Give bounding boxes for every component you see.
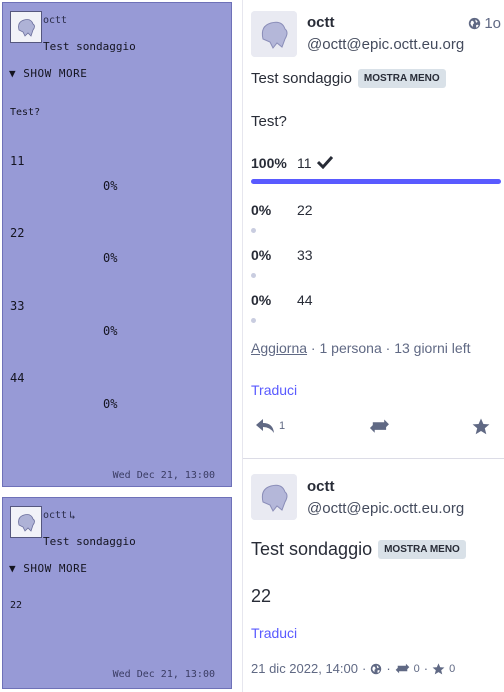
- post-title: Test sondaggio: [43, 535, 136, 548]
- reply-icon: [256, 419, 274, 433]
- visibility-age[interactable]: 1o: [468, 15, 501, 32]
- post-title-row: Test sondaggio MOSTRA MENO: [251, 69, 446, 88]
- boost-count: 0: [413, 662, 420, 675]
- poll-option: 100% 11: [251, 155, 501, 193]
- separator: ·: [423, 661, 429, 676]
- status-poll[interactable]: octt @octt@epic.octt.eu.org 1o Test sond…: [243, 0, 504, 458]
- separator: ·: [386, 661, 391, 676]
- poll-option-label[interactable]: 22: [10, 226, 24, 240]
- poll-option-percent: 0%: [103, 251, 118, 265]
- avatar[interactable]: [251, 474, 297, 520]
- elephant-avatar-icon: [251, 11, 297, 57]
- poll-option-percent: 0%: [103, 179, 118, 193]
- modern-timeline: octt @octt@epic.octt.eu.org 1o Test sond…: [242, 0, 504, 692]
- star-icon[interactable]: [432, 662, 445, 675]
- translate-link[interactable]: Traduci: [251, 382, 297, 398]
- poll-question: Test?: [251, 113, 287, 130]
- elephant-avatar-icon: [251, 474, 297, 520]
- retro-post-reply[interactable]: octt ↳ Test sondaggio ▼ SHOW MORE 22 Wed…: [2, 497, 232, 689]
- favourite-count: 0: [449, 662, 456, 675]
- check-icon: [317, 155, 333, 169]
- reply-arrow-icon: ↳: [69, 509, 76, 522]
- poll-option-label: 44: [297, 292, 313, 308]
- poll-option-label[interactable]: 33: [10, 299, 24, 313]
- show-less-button[interactable]: MOSTRA MENO: [378, 540, 466, 559]
- poll-option: 0% 33: [251, 247, 501, 285]
- poll-option-label: 11: [297, 155, 312, 171]
- globe-icon: [469, 17, 481, 30]
- poll-option-label[interactable]: 11: [10, 154, 24, 168]
- post-date[interactable]: Wed Dec 21, 13:00: [113, 470, 215, 481]
- favourite-button[interactable]: [472, 418, 490, 435]
- poll-option-label[interactable]: 44: [10, 371, 24, 385]
- poll-option-percent: 0%: [251, 202, 272, 218]
- elephant-avatar-icon: [11, 12, 41, 42]
- elephant-avatar-icon: [11, 507, 41, 537]
- boost-icon[interactable]: [395, 663, 410, 674]
- post-date[interactable]: Wed Dec 21, 13:00: [113, 669, 215, 680]
- poll-option-percent: 0%: [251, 247, 272, 263]
- poll-bar: [251, 228, 256, 233]
- show-less-button[interactable]: MOSTRA MENO: [357, 69, 446, 88]
- poll-option: 0% 44: [251, 292, 501, 330]
- display-name[interactable]: octt: [307, 14, 335, 31]
- author-name[interactable]: octt: [43, 510, 67, 521]
- post-body: 22: [251, 586, 272, 606]
- translate-link[interactable]: Traduci: [251, 625, 297, 641]
- post-title-row: Test sondaggio MOSTRA MENO: [251, 539, 466, 560]
- detail-footer: 21 dic 2022, 14:00 · · 0 · 0: [251, 661, 455, 676]
- post-title: Test sondaggio: [43, 40, 136, 53]
- globe-icon: [371, 663, 382, 674]
- separator: ·: [361, 661, 367, 676]
- poll-footer: Aggiorna · 1 persona · 13 giorni left: [251, 340, 470, 356]
- boost-icon: [369, 419, 389, 433]
- refresh-poll-link[interactable]: Aggiorna: [251, 340, 307, 356]
- avatar[interactable]: [10, 11, 42, 43]
- poll-option-percent: 0%: [103, 324, 118, 338]
- poll-question: Test?: [10, 107, 41, 118]
- show-more-toggle[interactable]: ▼ SHOW MORE: [9, 67, 87, 80]
- poll-option: 0% 22: [251, 202, 501, 240]
- poll-option-label: 22: [297, 202, 313, 218]
- post-date[interactable]: 21 dic 2022, 14:00: [251, 661, 358, 676]
- boost-button[interactable]: [369, 418, 391, 434]
- display-name[interactable]: octt: [307, 478, 335, 495]
- poll-option-percent: 0%: [103, 397, 118, 411]
- show-more-toggle[interactable]: ▼ SHOW MORE: [9, 562, 87, 575]
- poll-bar: [251, 179, 501, 184]
- poll-option-percent: 100%: [251, 155, 287, 171]
- retro-timeline: octt Test sondaggio ▼ SHOW MORE Test? 11…: [0, 0, 242, 692]
- author-name[interactable]: octt: [43, 15, 67, 26]
- account-handle[interactable]: @octt@epic.octt.eu.org: [307, 500, 464, 517]
- star-icon: [472, 418, 490, 435]
- post-title: Test sondaggio: [251, 70, 352, 87]
- action-bar: 1: [243, 418, 504, 444]
- account-handle[interactable]: @octt@epic.octt.eu.org: [307, 36, 464, 53]
- poll-voters: · 1 persona · 13 giorni left: [307, 340, 471, 356]
- retro-post-poll[interactable]: octt Test sondaggio ▼ SHOW MORE Test? 11…: [2, 2, 232, 487]
- post-body: 22: [10, 600, 23, 611]
- poll-option-percent: 0%: [251, 292, 272, 308]
- avatar[interactable]: [251, 11, 297, 57]
- poll-bar: [251, 273, 256, 278]
- poll-bar: [251, 318, 256, 323]
- post-age: 1o: [484, 15, 501, 32]
- status-reply[interactable]: octt @octt@epic.octt.eu.org Test sondagg…: [243, 458, 504, 692]
- reply-count: 1: [279, 420, 286, 432]
- post-title: Test sondaggio: [251, 539, 373, 559]
- reply-button[interactable]: 1: [255, 418, 285, 434]
- poll-option-label: 33: [297, 247, 313, 263]
- avatar[interactable]: [10, 506, 42, 538]
